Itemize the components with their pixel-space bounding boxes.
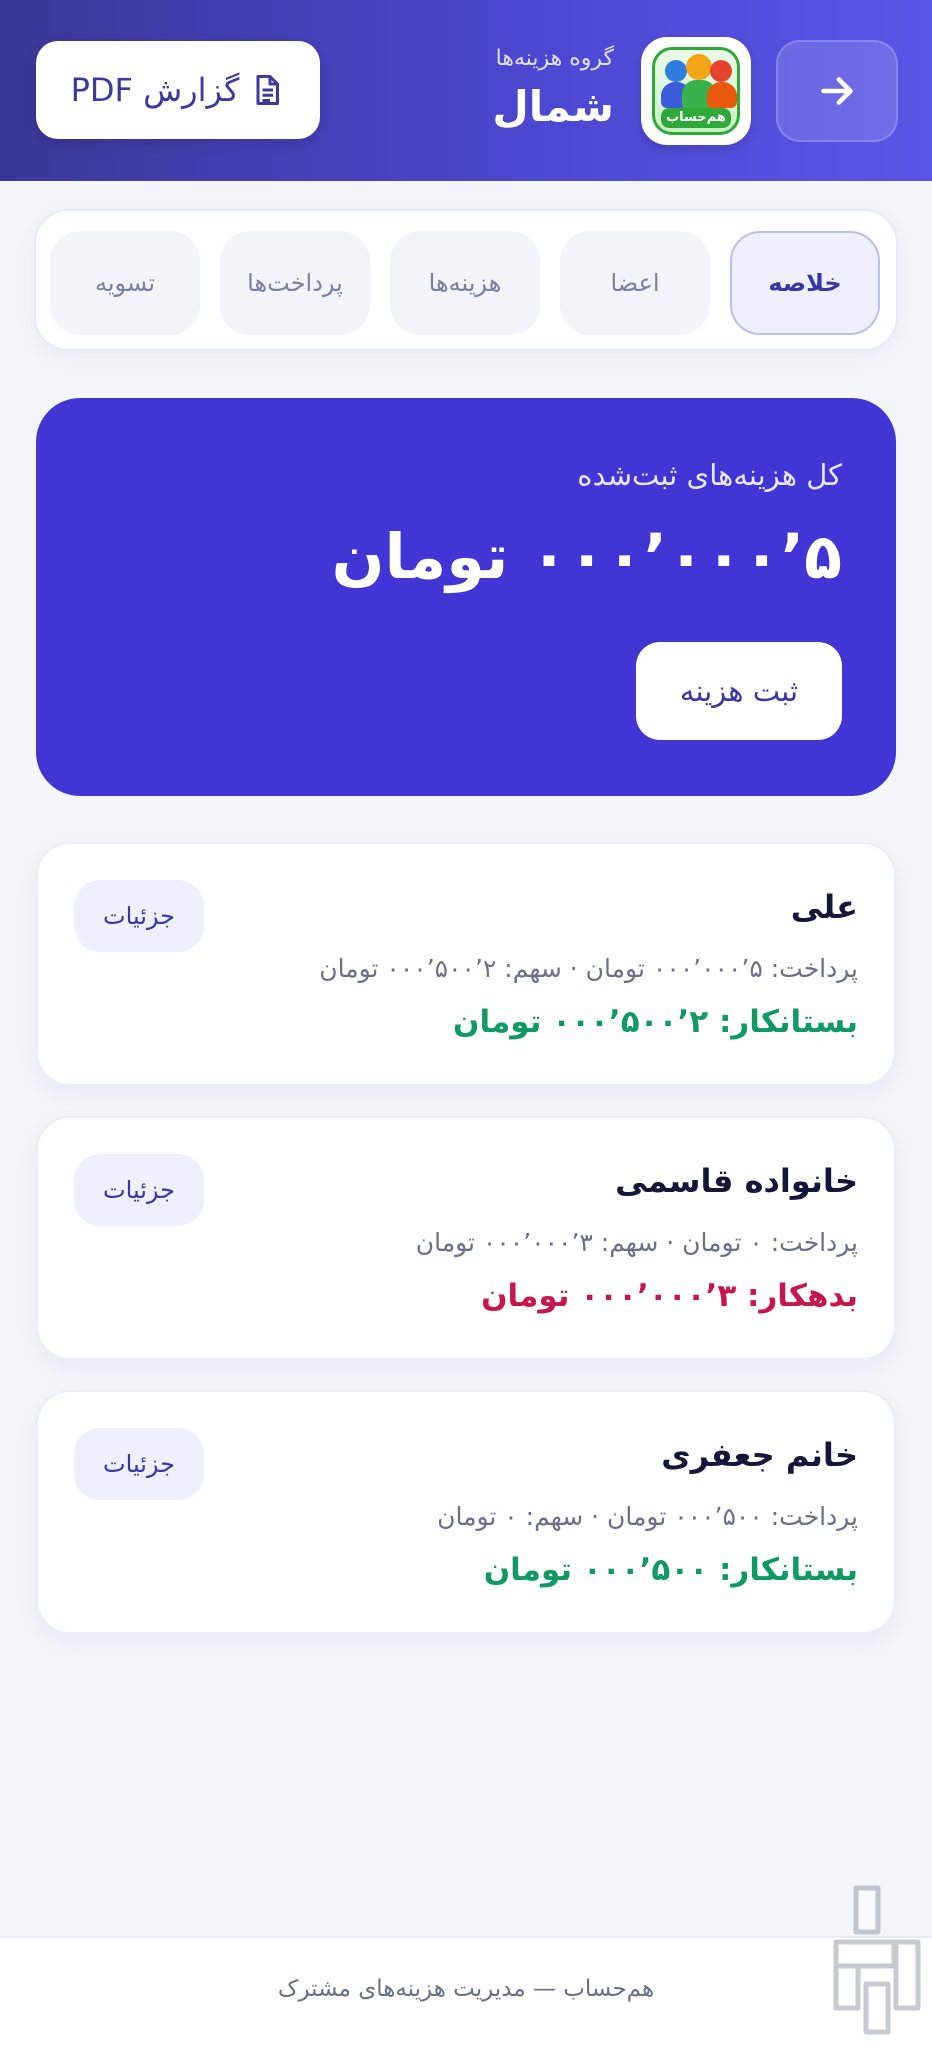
member-payment-share: پرداخت: ۰ تومان · سهم: ۳’۰۰۰’۰۰۰ تومان [415,1228,858,1257]
member-name: علی [790,888,858,926]
app-footer: هم‌حساب — مدیریت هزینه‌های مشترک [0,1936,932,2046]
details-button[interactable]: جزئیات [74,1428,204,1500]
app-header: هم‌حساب گروه هزینه‌ها شمال گزارش PDF [0,0,932,181]
summary-card: کل هزینه‌های ثبت‌شده ۵’۰۰۰’۰۰۰ تومان ثبت… [36,398,896,796]
tab-label: تسویه [94,269,156,297]
pdf-report-button[interactable]: گزارش PDF [36,41,320,139]
tab-bar: خلاصه اعضا هزینه‌ها پرداخت‌ها تسویه [34,209,898,351]
add-expense-button[interactable]: ثبت هزینه [636,642,842,740]
total-expenses-amount: ۵’۰۰۰’۰۰۰ تومان [331,520,842,593]
bazaar-logo-icon [833,1885,921,2035]
member-card: علی پرداخت: ۵’۰۰۰’۰۰۰ تومان · سهم: ۲’۵۰۰… [36,842,896,1086]
tab-label: اعضا [610,269,660,297]
logo-text: هم‌حساب [661,108,731,128]
member-balance: بدهکار: ۳’۰۰۰’۰۰۰ تومان [481,1278,858,1314]
details-button[interactable]: جزئیات [74,1154,204,1226]
total-expenses-label: کل هزینه‌های ثبت‌شده [577,458,842,492]
tab-label: هزینه‌ها [428,269,502,297]
footer-text: هم‌حساب — مدیریت هزینه‌های مشترک [277,1976,655,2002]
member-card: خانم جعفری پرداخت: ۵۰۰’۰۰۰ تومان · سهم: … [36,1390,896,1634]
app-logo-mark: هم‌حساب [652,47,740,135]
tab-summary[interactable]: خلاصه [730,231,880,335]
member-balance: بستانکار: ۵۰۰’۰۰۰ تومان [483,1552,858,1588]
group-caption: گروه هزینه‌ها [495,46,614,71]
app-logo: هم‌حساب [641,37,751,145]
member-name: خانم جعفری [661,1436,858,1474]
arrow-right-icon [821,77,853,105]
details-button[interactable]: جزئیات [74,880,204,952]
pdf-report-label: گزارش PDF [70,71,240,109]
member-payment-share: پرداخت: ۵۰۰’۰۰۰ تومان · سهم: ۰ تومان [437,1502,858,1531]
member-payment-share: پرداخت: ۵’۰۰۰’۰۰۰ تومان · سهم: ۲’۵۰۰’۰۰۰… [319,954,858,983]
tab-payments[interactable]: پرداخت‌ها [220,231,370,335]
tab-label: خلاصه [768,269,842,297]
group-name: شمال [492,82,614,131]
document-icon [256,75,280,105]
tab-label: پرداخت‌ها [247,269,343,297]
member-card: خانواده قاسمی پرداخت: ۰ تومان · سهم: ۳’۰… [36,1116,896,1360]
member-name: خانواده قاسمی [615,1162,858,1200]
tab-members[interactable]: اعضا [560,231,710,335]
tab-settlement[interactable]: تسویه [50,231,200,335]
tab-expenses[interactable]: هزینه‌ها [390,231,540,335]
back-button[interactable] [776,40,898,142]
member-balance: بستانکار: ۲’۵۰۰’۰۰۰ تومان [452,1004,858,1040]
